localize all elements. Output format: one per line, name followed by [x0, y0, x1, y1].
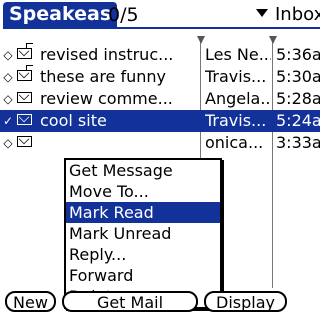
message-sender: Travis... — [205, 111, 267, 130]
folder-label: Inbox — [275, 4, 320, 25]
message-sender: Les Ne... — [205, 45, 271, 64]
app-title: Speakeas — [3, 2, 118, 27]
new-button[interactable]: New — [5, 291, 56, 312]
folder-selector[interactable]: Inbox — [256, 3, 320, 27]
message-subject: these are funny — [40, 67, 167, 86]
message-row[interactable]: ◇ onica... 3:33a — [0, 132, 320, 154]
message-time: 3:33a — [276, 133, 320, 152]
message-sender: onica... — [205, 133, 264, 152]
menu-item-get-message[interactable]: Get Message — [66, 160, 220, 181]
menu-item-mark-read[interactable]: Mark Read — [66, 202, 220, 223]
context-menu: Get Message Move To... Mark Read Mark Un… — [64, 158, 222, 309]
message-sender: Angela... — [205, 89, 271, 108]
title-bar: Speakeas 0/5 Inbox — [0, 2, 320, 29]
message-time: 5:24a — [276, 111, 320, 130]
menu-item-mark-unread[interactable]: Mark Unread — [66, 223, 220, 244]
envelope-icon — [17, 92, 35, 105]
column-resize-handle[interactable] — [269, 36, 277, 44]
unread-counter: 0/5 — [108, 4, 139, 26]
chevron-down-icon — [256, 9, 268, 17]
title-divider — [3, 27, 320, 29]
message-subject: revised instruc... — [40, 45, 174, 64]
menu-item-forward[interactable]: Forward — [66, 265, 220, 286]
get-mail-button[interactable]: Get Mail — [62, 291, 198, 312]
flagged-envelope-icon — [17, 65, 35, 83]
message-subject: review comme... — [40, 89, 173, 108]
menu-item-move-to[interactable]: Move To... — [66, 181, 220, 202]
status-marker: ◇ — [3, 48, 13, 62]
message-row[interactable]: ◇ review comme... Angela... 5:28a — [0, 88, 320, 110]
menu-item-reply[interactable]: Reply... — [66, 244, 220, 265]
message-time: 5:36a — [276, 45, 320, 64]
message-row[interactable]: ◇ these are funny Travis... 5:30a — [0, 65, 320, 88]
display-button[interactable]: Display — [204, 291, 287, 312]
message-subject: cool site — [40, 111, 107, 130]
flagged-envelope-icon — [17, 43, 35, 61]
checkmark-icon: ✓ — [3, 114, 14, 128]
message-row-selected[interactable]: ✓ cool site Travis... 5:24a — [0, 110, 320, 132]
message-time: 5:28a — [276, 89, 320, 108]
status-marker: ◇ — [3, 92, 13, 106]
envelope-icon — [17, 114, 35, 127]
status-marker: ◇ — [3, 70, 13, 84]
column-resize-handle[interactable] — [197, 36, 205, 44]
message-time: 5:30a — [276, 67, 320, 86]
status-marker: ◇ — [3, 136, 13, 150]
message-row[interactable]: ◇ revised instruc... Les Ne... 5:36a — [0, 43, 320, 66]
envelope-icon — [17, 136, 35, 149]
message-sender: Travis... — [205, 67, 267, 86]
